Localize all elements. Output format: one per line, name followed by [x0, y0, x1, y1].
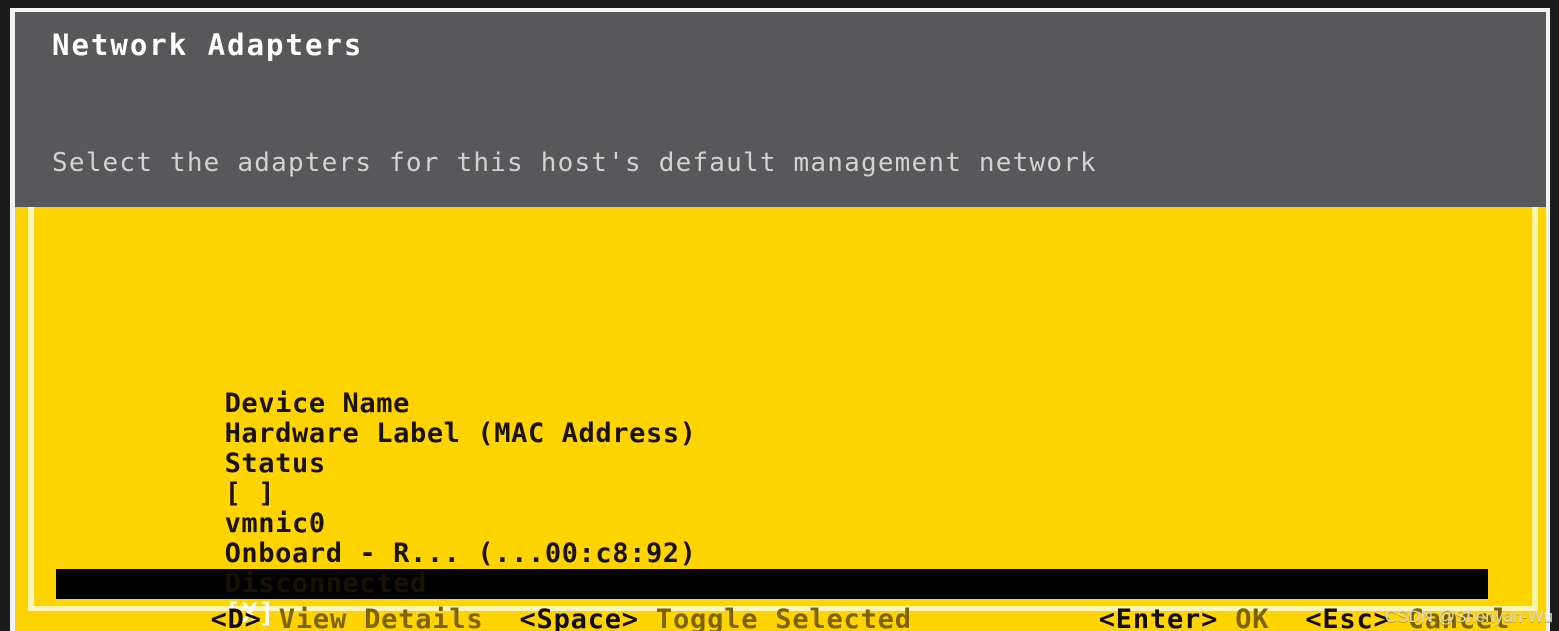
column-header-status: Status [224, 448, 326, 479]
footer-hints-left: <D> View Details <Space> Toggle Selected [40, 563, 948, 631]
hint-toggle-selected[interactable]: <Space> Toggle Selected [519, 601, 911, 631]
description-line-1: Select the adapters for this host's defa… [52, 148, 1097, 178]
hint-key: <Space> [519, 604, 639, 631]
dialog-header: Network Adapters Select the adapters for… [10, 8, 1550, 207]
dialog-description: Select the adapters for this host's defa… [52, 88, 1097, 207]
dcui-screen: Network Adapters Select the adapters for… [0, 0, 1559, 631]
footer-hints: <D> View Details <Space> Toggle Selected … [40, 563, 1520, 631]
hint-label: View Details [278, 604, 484, 631]
column-header-hardware-label: Hardware Label (MAC Address) [224, 418, 697, 449]
dialog-body: Device Name Hardware Label (MAC Address)… [10, 207, 1550, 631]
hint-key: <Enter> [1098, 604, 1219, 631]
hint-label: Toggle Selected [655, 604, 912, 631]
table-header-row: Device Name Hardware Label (MAC Address)… [56, 329, 1496, 479]
dialog-header-surface: Network Adapters Select the adapters for… [10, 8, 1550, 207]
hint-label: OK [1235, 604, 1270, 631]
hint-key: <Esc> [1305, 604, 1391, 631]
body-left-rule [28, 207, 34, 611]
row-device-name: vmnic0 [224, 508, 326, 539]
hint-key: <D> [210, 604, 262, 631]
column-header-device-name: Device Name [224, 388, 410, 419]
page-title: Network Adapters [52, 28, 364, 62]
body-right-rule [1532, 207, 1538, 611]
hint-view-details[interactable]: <D> View Details [211, 601, 484, 631]
row-checkbox[interactable]: [ ] [225, 479, 291, 509]
hint-ok[interactable]: <Enter> OK [1099, 601, 1270, 631]
watermark: CSDN @Shenyan-Wu [1384, 607, 1553, 626]
network-adapters-dialog: Network Adapters Select the adapters for… [10, 8, 1550, 631]
